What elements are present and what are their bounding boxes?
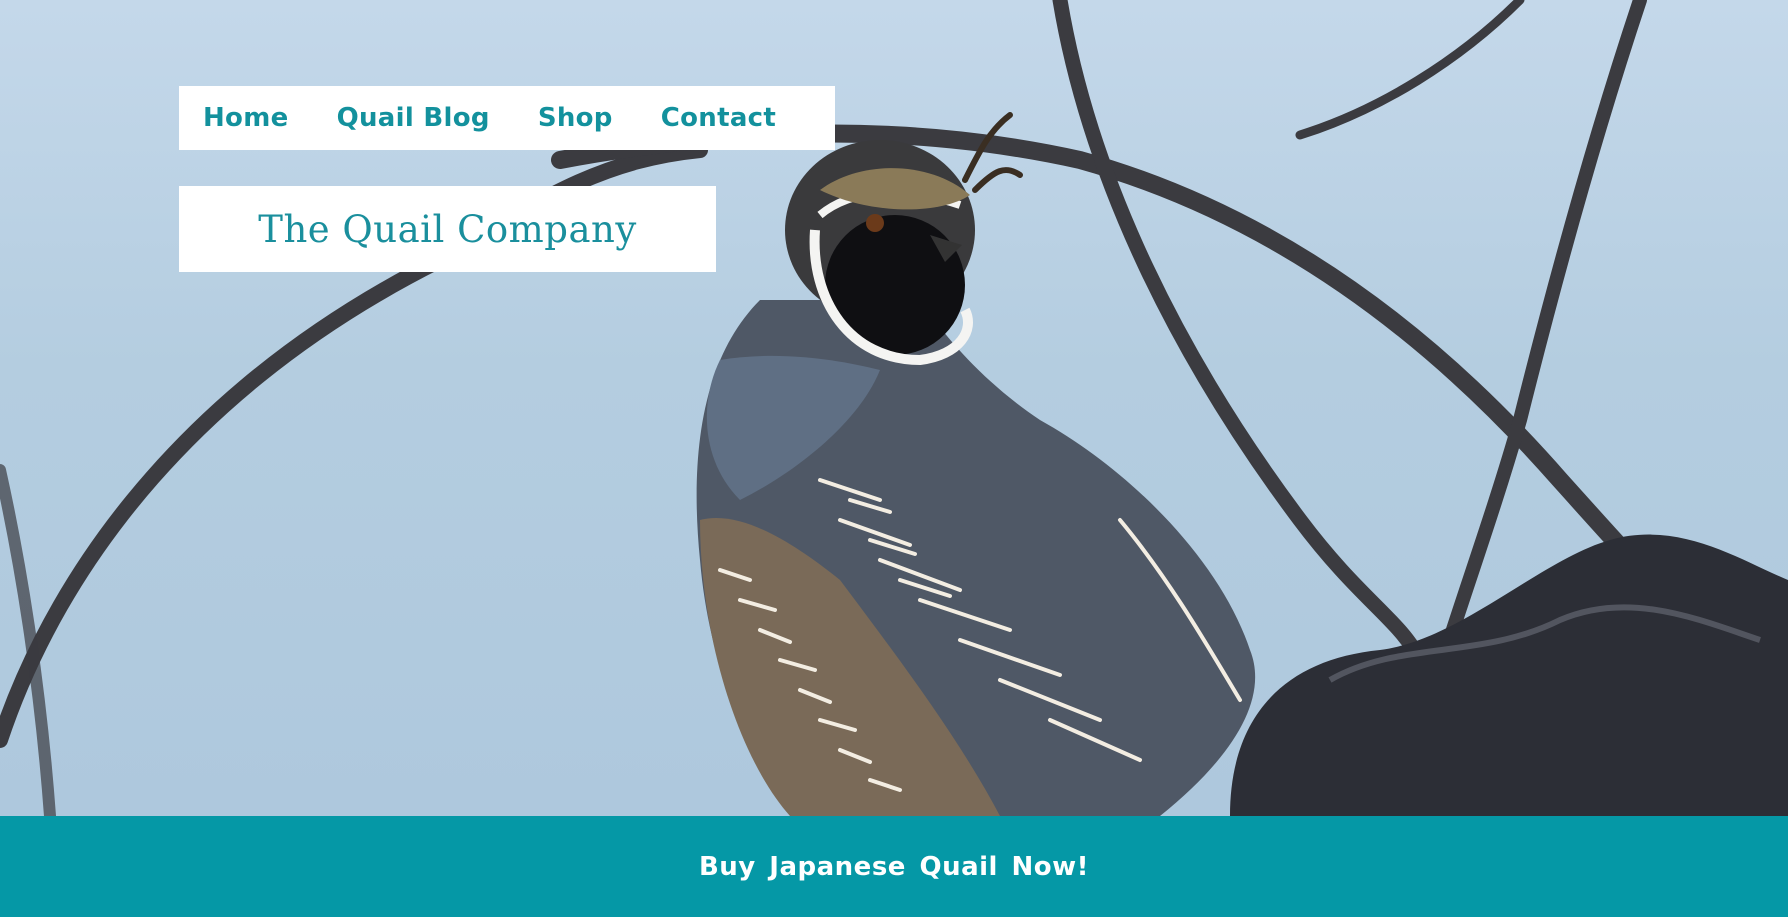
cta-bar: Buy Japanese Quail Now! <box>0 816 1788 917</box>
main-nav: Home Quail Blog Shop Contact <box>179 86 835 150</box>
page: Home Quail Blog Shop Contact The Quail C… <box>0 0 1788 917</box>
nav-contact-link[interactable]: Contact <box>661 103 776 133</box>
nav-shop-link[interactable]: Shop <box>538 103 613 133</box>
brand-box: The Quail Company <box>179 186 716 272</box>
nav-quail-blog-link[interactable]: Quail Blog <box>337 103 490 133</box>
nav-home-link[interactable]: Home <box>203 103 289 133</box>
site-title: The Quail Company <box>258 207 637 251</box>
buy-quail-button[interactable]: Buy Japanese Quail Now! <box>699 852 1089 882</box>
